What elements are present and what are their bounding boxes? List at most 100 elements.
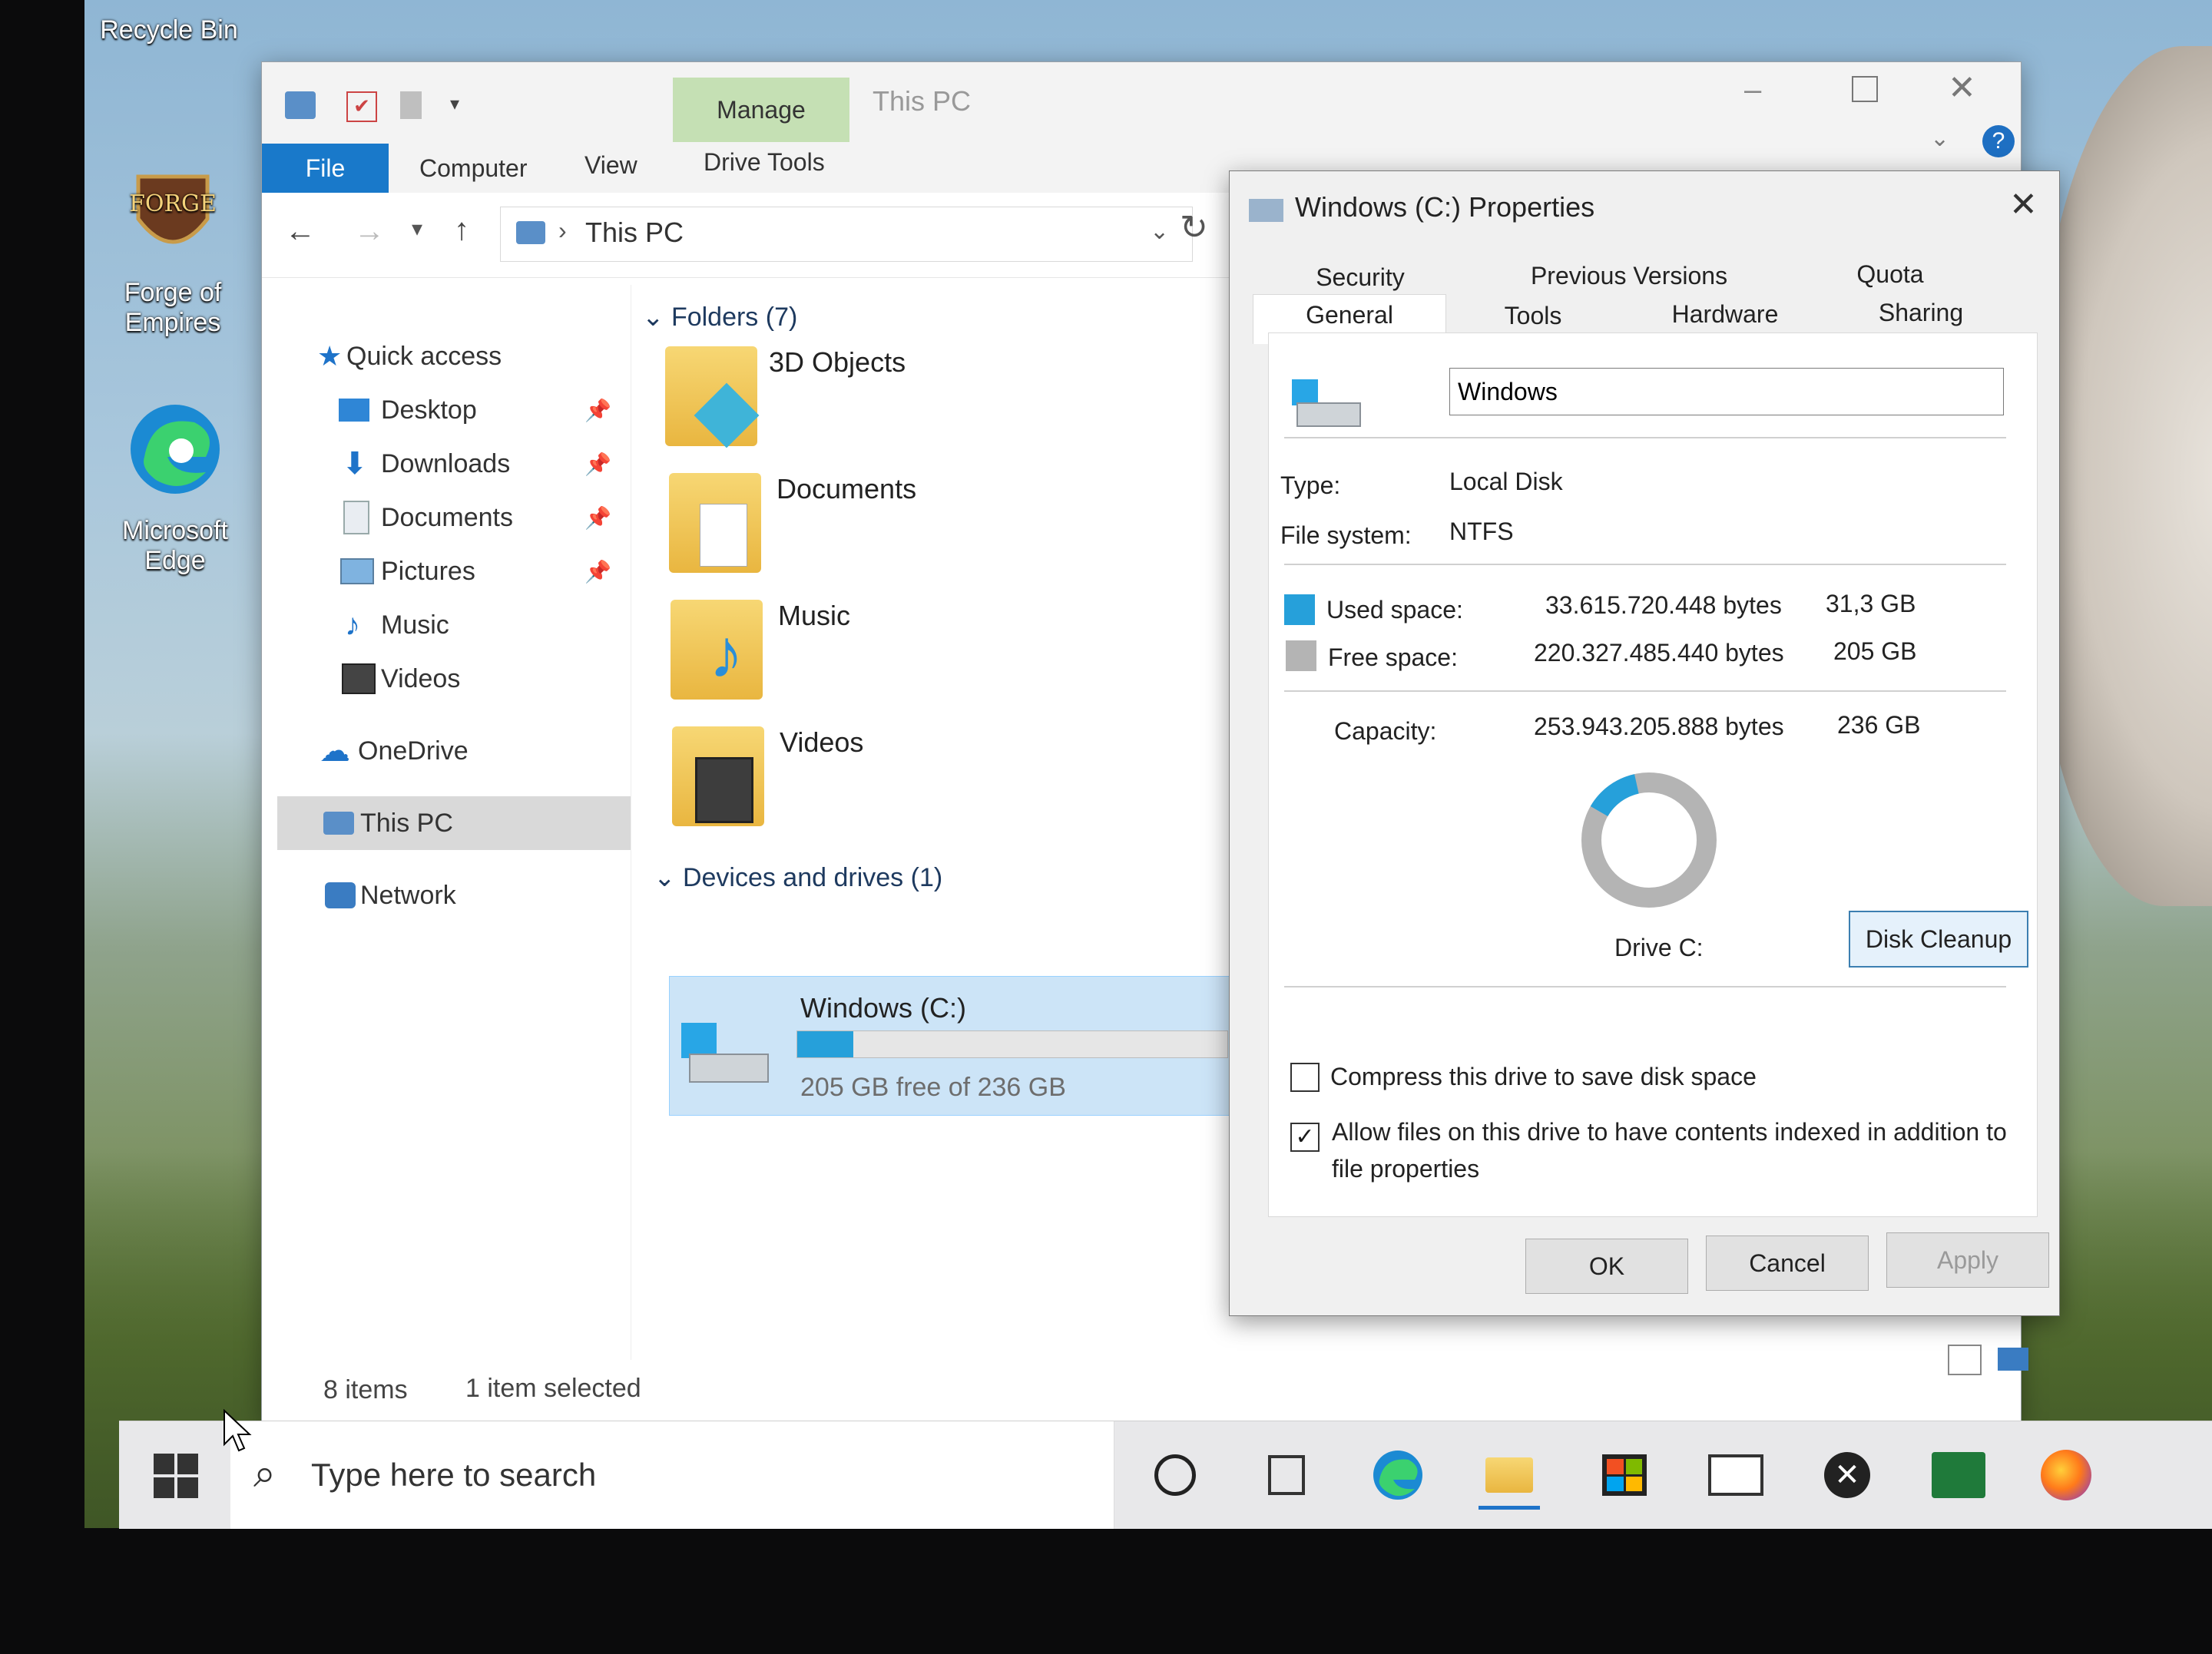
folders-group-header[interactable]: ⌄ Folders (7)	[642, 302, 797, 332]
type-label: Type:	[1280, 471, 1341, 499]
tab-tools[interactable]: Tools	[1445, 302, 1621, 330]
solitaire-icon[interactable]	[1928, 1444, 1989, 1506]
apply-button[interactable]: Apply	[1886, 1232, 2049, 1288]
address-box[interactable]: › This PC ⌄	[500, 207, 1193, 262]
ok-button[interactable]: OK	[1525, 1239, 1688, 1294]
nav-item-pictures[interactable]: Pictures 📌	[277, 544, 631, 598]
chevron-down-icon: ⌄	[654, 863, 683, 892]
capacity-label: Capacity:	[1334, 717, 1437, 745]
cancel-button[interactable]: Cancel	[1706, 1236, 1869, 1291]
close-icon[interactable]: ✕	[1948, 68, 1976, 108]
file-explorer-taskbar-icon[interactable]	[1479, 1444, 1540, 1510]
onedrive-cloud-icon: ☁	[320, 734, 350, 768]
free-space-label: Free space:	[1328, 643, 1458, 671]
folder-documents[interactable]: Documents	[669, 473, 1130, 588]
nav-quick-access[interactable]: ★ Quick access	[277, 329, 631, 383]
nav-item-music[interactable]: ♪ Music	[277, 598, 631, 652]
customize-toolbar-chevron-icon[interactable]: ▾	[450, 93, 459, 115]
properties-icon[interactable]: ✔	[346, 91, 377, 122]
back-arrow-icon[interactable]: ←	[285, 214, 316, 249]
tab-hardware[interactable]: Hardware	[1621, 300, 1829, 329]
free-space-bytes: 220.327.485.440 bytes	[1534, 639, 1784, 667]
tab-drive-tools[interactable]: Drive Tools	[704, 148, 825, 177]
minimize-icon[interactable]: –	[1744, 73, 1761, 108]
tab-security[interactable]: Security	[1260, 263, 1460, 292]
folder-icon	[665, 346, 760, 448]
index-checkbox[interactable]: ✓	[1290, 1123, 1320, 1152]
computer-icon[interactable]	[285, 91, 316, 119]
maximize-icon[interactable]	[1852, 76, 1878, 102]
firefox-icon[interactable]	[2035, 1444, 2097, 1506]
task-view-icon[interactable]	[1256, 1444, 1317, 1506]
tab-manage[interactable]: Manage	[673, 78, 849, 142]
file-system-label: File system:	[1280, 521, 1412, 549]
taskbar-search-box[interactable]: ⌕ Type here to search	[230, 1421, 1114, 1529]
nav-item-documents[interactable]: Documents 📌	[277, 491, 631, 544]
ribbon-expand-chevron-icon[interactable]: ⌄	[1930, 125, 1949, 152]
documents-icon	[343, 501, 369, 534]
folder-videos[interactable]: Videos	[672, 726, 1133, 842]
forward-arrow-icon[interactable]: →	[354, 214, 385, 249]
type-value: Local Disk	[1449, 468, 1563, 495]
help-icon[interactable]: ?	[1982, 125, 2015, 157]
tab-quota[interactable]: Quota	[1798, 260, 1982, 289]
folder-music[interactable]: ♪ Music	[671, 600, 1131, 715]
nav-network[interactable]: Network	[277, 868, 631, 922]
recent-locations-chevron-icon[interactable]: ▾	[412, 216, 422, 241]
close-icon[interactable]: ✕	[2009, 185, 2038, 224]
used-space-label: Used space:	[1326, 596, 1463, 624]
tab-previous-versions[interactable]: Previous Versions	[1460, 262, 1798, 290]
drive-icon	[1249, 199, 1283, 222]
tab-sharing[interactable]: Sharing	[1829, 299, 2013, 327]
chevron-down-icon: ⌄	[642, 303, 671, 332]
compress-checkbox[interactable]	[1290, 1063, 1320, 1092]
desktop-icon-microsoft-edge[interactable]: Microsoft Edge	[98, 395, 252, 576]
xbox-icon[interactable]: ✕	[1816, 1444, 1878, 1506]
free-space-swatch	[1286, 640, 1316, 671]
drive-free-text: 205 GB free of 236 GB	[800, 1073, 1066, 1102]
nav-item-label: Desktop	[381, 395, 477, 425]
pin-icon[interactable]: 📌	[584, 559, 611, 584]
drive-label: Drive C:	[1614, 934, 1704, 961]
tab-file[interactable]: File	[262, 144, 389, 193]
film-strip-icon	[695, 757, 753, 823]
tab-computer[interactable]: Computer	[419, 154, 528, 183]
devices-group-header[interactable]: ⌄ Devices and drives (1)	[654, 862, 942, 893]
drive-c-tile[interactable]: Windows (C:) 205 GB free of 236 GB	[669, 976, 1239, 1116]
pin-icon[interactable]: 📌	[584, 505, 611, 531]
volume-name-input[interactable]	[1449, 368, 2004, 415]
folder-name: 3D Objects	[769, 346, 906, 378]
start-button[interactable]	[154, 1454, 200, 1503]
nav-onedrive-label: OneDrive	[358, 736, 469, 766]
address-dropdown-icon[interactable]: ⌄	[1150, 218, 1169, 245]
folder-3d-objects[interactable]: 3D Objects	[665, 346, 1126, 461]
free-space-gb: 205 GB	[1833, 637, 1917, 665]
up-arrow-icon[interactable]: ↑	[454, 213, 469, 247]
pin-icon[interactable]: 📌	[584, 398, 611, 423]
svg-text:FORGE: FORGE	[129, 190, 217, 217]
mail-icon[interactable]	[1705, 1444, 1767, 1506]
forge-of-empires-icon: FORGE	[96, 165, 250, 272]
nav-this-pc[interactable]: This PC	[277, 796, 631, 850]
pin-icon[interactable]: 📌	[584, 452, 611, 477]
store-icon[interactable]	[1594, 1444, 1655, 1506]
nav-item-desktop[interactable]: Desktop 📌	[277, 383, 631, 437]
used-space-bytes: 33.615.720.448 bytes	[1545, 591, 1782, 619]
recycle-bin-label: Recycle Bin	[100, 15, 238, 45]
cortana-icon[interactable]	[1144, 1444, 1206, 1506]
edge-taskbar-icon[interactable]	[1367, 1444, 1429, 1506]
nav-item-downloads[interactable]: ⬇ Downloads 📌	[277, 437, 631, 491]
address-location: This PC	[585, 217, 684, 248]
new-folder-icon[interactable]	[400, 91, 422, 119]
details-view-icon[interactable]	[1948, 1345, 1982, 1375]
nav-item-videos[interactable]: Videos	[277, 652, 631, 706]
large-icons-view-icon[interactable]	[1998, 1348, 2028, 1371]
nav-onedrive[interactable]: ☁ OneDrive	[277, 724, 631, 778]
document-page-icon	[700, 504, 747, 567]
tab-view[interactable]: View	[584, 151, 637, 180]
disk-cleanup-button[interactable]: Disk Cleanup	[1849, 911, 2028, 968]
desktop-icon-forge-of-empires[interactable]: FORGE Forge of Empires	[96, 165, 250, 338]
desktop-icon-recycle-bin[interactable]: Recycle Bin	[92, 15, 246, 45]
devices-group-label: Devices and drives (1)	[682, 863, 943, 892]
refresh-icon[interactable]: ↻	[1180, 208, 1208, 247]
